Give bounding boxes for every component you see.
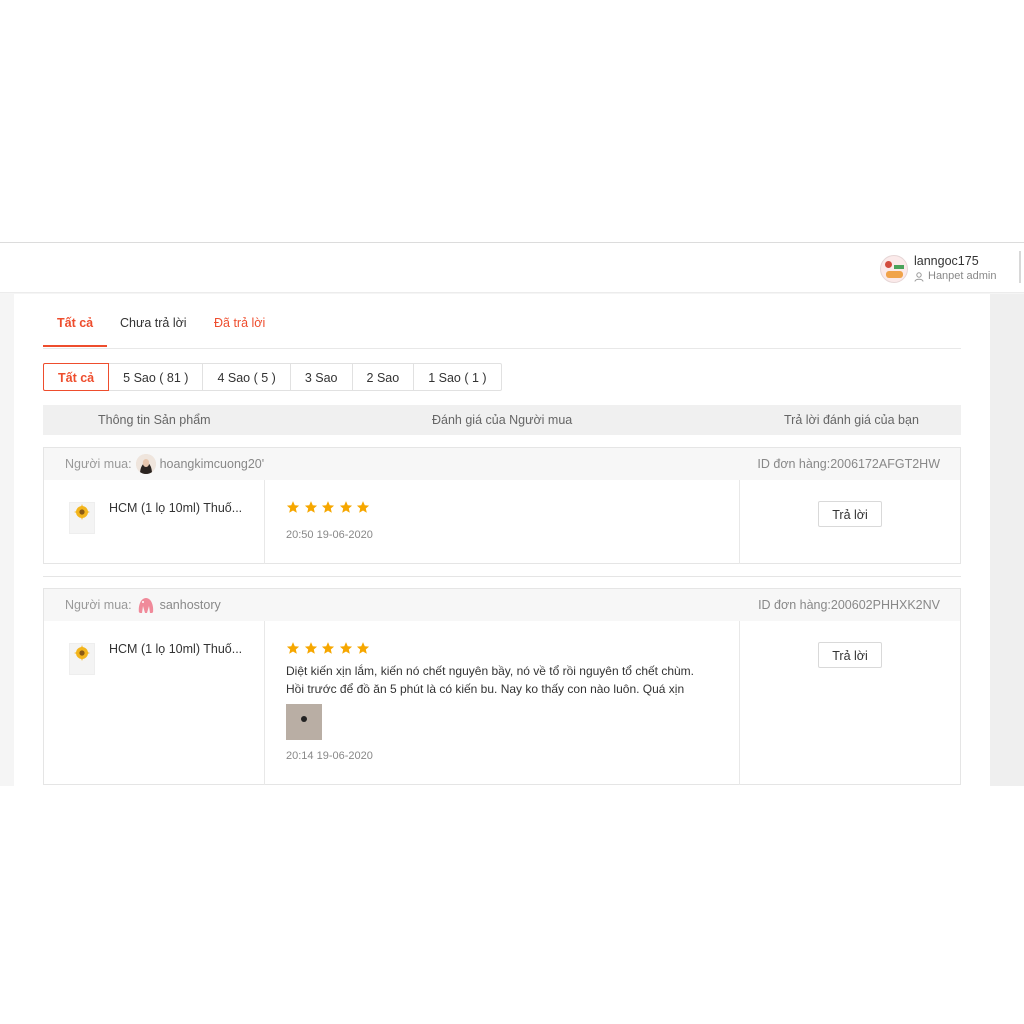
filter-2-star[interactable]: 2 Sao (351, 363, 415, 391)
user-info: lanngoc175 Hanpet admin (914, 254, 997, 284)
username: lanngoc175 (914, 254, 979, 268)
review-time: 20:14 19-06-2020 (286, 750, 373, 762)
star-icon (304, 501, 317, 513)
table-header: Thông tin Sản phẩm Đánh giá của Người mu… (43, 405, 961, 435)
top-bar: lanngoc175 Hanpet admin (0, 242, 1024, 293)
buyer-label: Người mua: (65, 598, 132, 612)
star-icon (304, 642, 317, 654)
role-label: Hanpet admin (928, 270, 997, 282)
star-icon (321, 642, 335, 654)
star-icon (321, 501, 335, 513)
review-header: Người mua: hoangkimcuong20' ID đơn hàng:… (44, 448, 960, 480)
header-buyer-review: Đánh giá của Người mua (432, 413, 573, 427)
review-header: Người mua: sanhostory ID đơn hàng:200602… (44, 589, 960, 621)
buyer-name[interactable]: sanhostory (160, 598, 221, 612)
buyer-info: Người mua: hoangkimcuong20' (65, 448, 264, 480)
buyer-info: Người mua: sanhostory (65, 589, 221, 621)
user-menu[interactable]: lanngoc175 Hanpet admin (880, 253, 997, 285)
review-comment: Diệt kiến xịn lắm, kiến nó chết nguyên b… (286, 662, 726, 698)
buyer-avatar (136, 595, 156, 615)
order-id: ID đơn hàng:2006172AFGT2HW (757, 457, 940, 471)
tab-replied[interactable]: Đã trả lời (214, 316, 265, 330)
product-name[interactable]: HCM (1 lọ 10ml) Thuố... (109, 501, 249, 515)
review-item: Người mua: hoangkimcuong20' ID đơn hàng:… (43, 447, 961, 564)
shop-avatar (880, 255, 908, 283)
user-role: Hanpet admin (914, 269, 997, 284)
filter-1-star[interactable]: 1 Sao ( 1 ) (413, 363, 502, 391)
star-icon (356, 642, 370, 654)
product-thumbnail[interactable] (69, 643, 95, 675)
star-icon (286, 642, 300, 654)
review-time: 20:50 19-06-2020 (286, 529, 373, 541)
filter-3-star[interactable]: 3 Sao (289, 363, 353, 391)
review-body: HCM (1 lọ 10ml) Thuố... 20:50 19-06-2020… (44, 480, 960, 564)
review-divider (43, 576, 961, 577)
rating-stars (286, 641, 374, 655)
filter-4-star[interactable]: 4 Sao ( 5 ) (202, 363, 291, 391)
rating-stars (286, 500, 374, 514)
filter-all[interactable]: Tất cả (43, 363, 110, 391)
review-body: HCM (1 lọ 10ml) Thuố... Diệt kiến xịn lắ… (44, 621, 960, 785)
buyer-label: Người mua: (65, 457, 132, 471)
right-gutter (990, 294, 1024, 786)
reviews-card: Tất cả Chưa trả lời Đã trả lời Tất cả 5 … (14, 294, 990, 786)
comment-line: Diệt kiến xịn lắm, kiến nó chết nguyên b… (286, 664, 695, 678)
order-id: ID đơn hàng:200602PHHXK2NV (758, 598, 940, 612)
star-icon (286, 501, 300, 513)
topbar-divider (1019, 251, 1021, 283)
tab-all[interactable]: Tất cả (57, 316, 93, 330)
product-thumbnail[interactable] (69, 502, 95, 534)
person-icon (914, 271, 924, 282)
tab-unreplied[interactable]: Chưa trả lời (120, 316, 187, 330)
filter-5-star[interactable]: 5 Sao ( 81 ) (108, 363, 204, 391)
review-item: Người mua: sanhostory ID đơn hàng:200602… (43, 588, 961, 785)
product-name[interactable]: HCM (1 lọ 10ml) Thuố... (109, 642, 249, 656)
star-filters: Tất cả 5 Sao ( 81 ) 4 Sao ( 5 ) 3 Sao 2 … (43, 363, 502, 391)
reply-button[interactable]: Trả lời (818, 642, 882, 668)
review-management-panel: lanngoc175 Hanpet admin Tất cả Chưa trả … (0, 242, 1024, 786)
star-icon (339, 501, 352, 513)
active-tab-indicator (43, 345, 107, 347)
comment-line: Hồi trước để đồ ăn 5 phút là có kiến bu.… (286, 682, 685, 696)
reply-button[interactable]: Trả lời (818, 501, 882, 527)
star-icon (356, 501, 370, 513)
review-photo[interactable] (286, 704, 322, 740)
star-icon (339, 642, 352, 654)
buyer-name[interactable]: hoangkimcuong20' (160, 457, 265, 471)
header-product: Thông tin Sản phẩm (98, 413, 211, 427)
buyer-avatar (135, 454, 156, 474)
header-your-reply: Trả lời đánh giá của bạn (784, 413, 919, 427)
reply-status-tabs: Tất cả Chưa trả lời Đã trả lời (43, 294, 961, 349)
